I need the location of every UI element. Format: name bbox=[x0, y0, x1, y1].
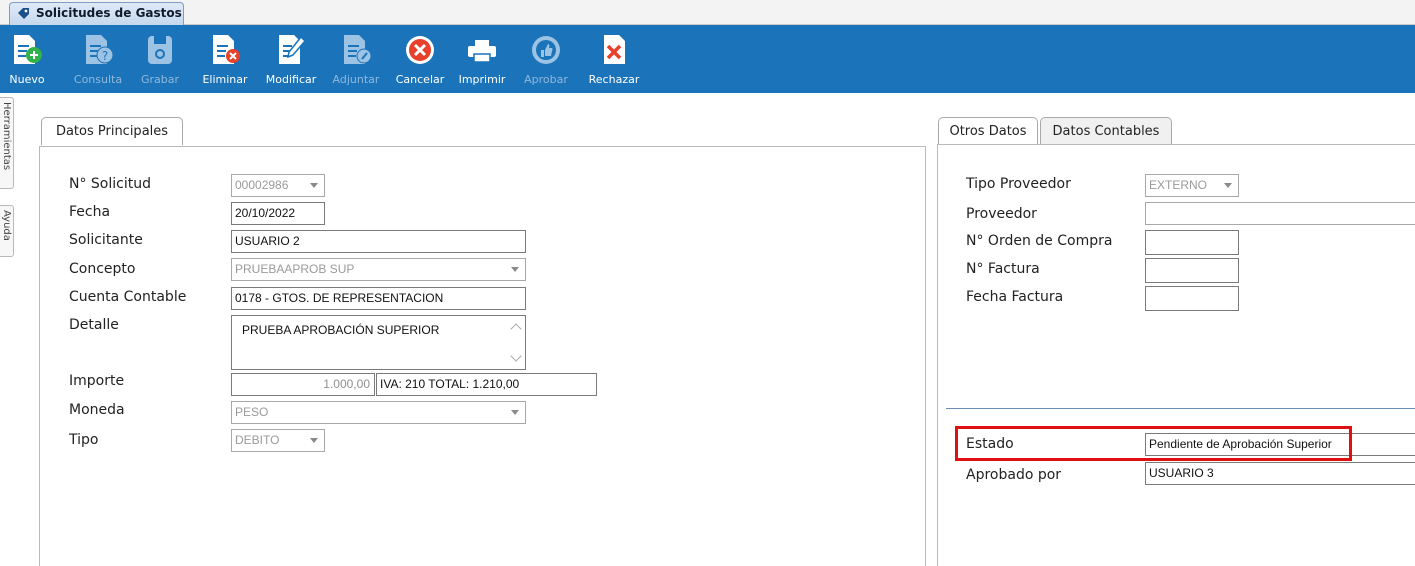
modificar-button[interactable]: Modificar bbox=[262, 25, 320, 93]
chevron-down-icon bbox=[511, 267, 519, 272]
grabar-button[interactable]: Grabar bbox=[140, 25, 180, 93]
importe-field[interactable]: 1.000,00 bbox=[231, 373, 375, 396]
printer-icon bbox=[468, 40, 496, 63]
tipo-proveedor-select[interactable]: EXTERNO bbox=[1145, 174, 1239, 197]
aprobar-button[interactable]: Aprobar bbox=[524, 25, 568, 93]
aprobado-por-label: Aprobado por bbox=[966, 467, 1062, 483]
edit-document-icon bbox=[279, 35, 307, 64]
solicitud-value: 00002986 bbox=[235, 178, 289, 192]
concepto-select[interactable]: PRUEBAAPROB SUP bbox=[231, 258, 526, 281]
importe-total-field: IVA: 210 TOTAL: 1.210,00 bbox=[376, 373, 597, 396]
grabar-label: Grabar bbox=[140, 73, 180, 86]
chevron-down-icon bbox=[511, 410, 519, 415]
cancel-circle-icon bbox=[406, 36, 434, 64]
chevron-down-icon bbox=[310, 183, 318, 188]
window-tab-solicitudes[interactable]: Solicitudes de Gastos bbox=[9, 2, 184, 25]
cuenta-contable-label: Cuenta Contable bbox=[69, 289, 187, 305]
svg-text:?: ? bbox=[102, 49, 108, 63]
tab-datos-principales[interactable]: Datos Principales bbox=[41, 117, 183, 145]
rechazar-button[interactable]: Rechazar bbox=[586, 25, 642, 93]
detalle-scrollbar[interactable] bbox=[509, 319, 523, 366]
attach-document-icon bbox=[344, 35, 372, 64]
tipo-label: Tipo bbox=[69, 432, 99, 448]
solicitante-label: Solicitante bbox=[69, 232, 143, 248]
tab-otros-datos-label: Otros Datos bbox=[949, 124, 1027, 139]
nuevo-label: Nuevo bbox=[9, 73, 45, 86]
tab-otros-datos[interactable]: Otros Datos bbox=[938, 117, 1038, 145]
rechazar-label: Rechazar bbox=[588, 73, 640, 86]
toolbar: Nuevo ? Consulta Grabar Eliminar Modific… bbox=[0, 25, 1415, 93]
aprobar-label: Aprobar bbox=[524, 73, 568, 86]
tab-datos-contables[interactable]: Datos Contables bbox=[1040, 117, 1172, 144]
aprobado-por-field: USUARIO 3 bbox=[1145, 462, 1415, 485]
imprimir-button[interactable]: Imprimir bbox=[458, 25, 506, 93]
proveedor-label: Proveedor bbox=[966, 206, 1037, 222]
window-tab-strip: Solicitudes de Gastos bbox=[0, 0, 1415, 25]
tab-datos-principales-label: Datos Principales bbox=[55, 124, 169, 139]
scroll-down-icon[interactable] bbox=[510, 350, 522, 362]
tab-datos-contables-label: Datos Contables bbox=[1052, 124, 1160, 139]
estado-highlight-box bbox=[955, 426, 1352, 461]
query-document-icon: ? bbox=[86, 35, 114, 64]
imprimir-label: Imprimir bbox=[458, 73, 506, 86]
cuenta-contable-field[interactable]: 0178 - GTOS. DE REPRESENTACION bbox=[231, 287, 526, 310]
eliminar-label: Eliminar bbox=[202, 73, 248, 86]
detalle-textarea[interactable]: PRUEBA APROBACIÓN SUPERIOR bbox=[231, 315, 526, 370]
chevron-down-icon bbox=[310, 438, 318, 443]
factura-field[interactable] bbox=[1145, 258, 1239, 283]
aprobado-por-value: USUARIO 3 bbox=[1149, 466, 1214, 480]
solicitud-label: N° Solicitud bbox=[69, 176, 151, 192]
reject-document-icon bbox=[604, 35, 625, 64]
app-logo-icon bbox=[18, 8, 29, 19]
fecha-value: 20/10/2022 bbox=[235, 206, 296, 220]
cancelar-label: Cancelar bbox=[395, 73, 445, 86]
eliminar-button[interactable]: Eliminar bbox=[201, 25, 249, 93]
adjuntar-label: Adjuntar bbox=[332, 73, 380, 86]
save-floppy-icon bbox=[148, 36, 172, 64]
tipo-proveedor-label: Tipo Proveedor bbox=[966, 176, 1071, 192]
window-tab-title: Solicitudes de Gastos bbox=[36, 6, 182, 20]
side-tab-ayuda-label: Ayuda bbox=[1, 210, 12, 241]
solicitante-field[interactable]: USUARIO 2 bbox=[231, 230, 526, 253]
moneda-select[interactable]: PESO bbox=[231, 401, 526, 424]
new-document-icon bbox=[14, 35, 42, 64]
side-tab-ayuda[interactable]: Ayuda bbox=[0, 205, 14, 257]
concepto-value: PRUEBAAPROB SUP bbox=[235, 262, 355, 276]
fecha-label: Fecha bbox=[69, 204, 111, 220]
fecha-field[interactable]: 20/10/2022 bbox=[231, 202, 325, 225]
solicitante-value: USUARIO 2 bbox=[235, 234, 300, 248]
cancelar-button[interactable]: Cancelar bbox=[394, 25, 446, 93]
chevron-down-icon bbox=[1224, 183, 1232, 188]
consulta-label: Consulta bbox=[73, 73, 123, 86]
orden-compra-field[interactable] bbox=[1145, 230, 1239, 255]
scroll-up-icon[interactable] bbox=[510, 323, 522, 335]
consulta-button[interactable]: ? Consulta bbox=[74, 25, 122, 93]
tipo-proveedor-value: EXTERNO bbox=[1149, 178, 1208, 192]
tipo-select[interactable]: DEBITO bbox=[231, 429, 325, 452]
adjuntar-button[interactable]: Adjuntar bbox=[330, 25, 382, 93]
detalle-value: PRUEBA APROBACIÓN SUPERIOR bbox=[242, 323, 440, 337]
fecha-factura-field[interactable] bbox=[1145, 286, 1239, 311]
detalle-label: Detalle bbox=[69, 317, 119, 333]
section-divider bbox=[946, 408, 1415, 409]
proveedor-field[interactable] bbox=[1145, 202, 1415, 225]
factura-label: N° Factura bbox=[966, 261, 1040, 277]
moneda-value: PESO bbox=[235, 405, 269, 419]
approve-thumb-icon bbox=[532, 36, 560, 64]
moneda-label: Moneda bbox=[69, 402, 125, 418]
nuevo-button[interactable]: Nuevo bbox=[9, 25, 45, 93]
importe-value: 1.000,00 bbox=[323, 377, 370, 391]
importe-total-value: IVA: 210 TOTAL: 1.210,00 bbox=[380, 377, 520, 391]
fecha-factura-label: Fecha Factura bbox=[966, 289, 1064, 305]
orden-compra-label: N° Orden de Compra bbox=[966, 233, 1113, 249]
solicitud-select[interactable]: 00002986 bbox=[231, 174, 325, 197]
side-tab-herramientas[interactable]: Herramientas bbox=[0, 97, 14, 189]
modificar-label: Modificar bbox=[265, 73, 317, 86]
delete-document-icon bbox=[213, 35, 240, 64]
concepto-label: Concepto bbox=[69, 261, 136, 277]
side-tab-herramientas-label: Herramientas bbox=[1, 102, 12, 171]
importe-label: Importe bbox=[69, 373, 125, 389]
cuenta-contable-value: 0178 - GTOS. DE REPRESENTACION bbox=[235, 291, 444, 305]
tipo-value: DEBITO bbox=[235, 433, 280, 447]
